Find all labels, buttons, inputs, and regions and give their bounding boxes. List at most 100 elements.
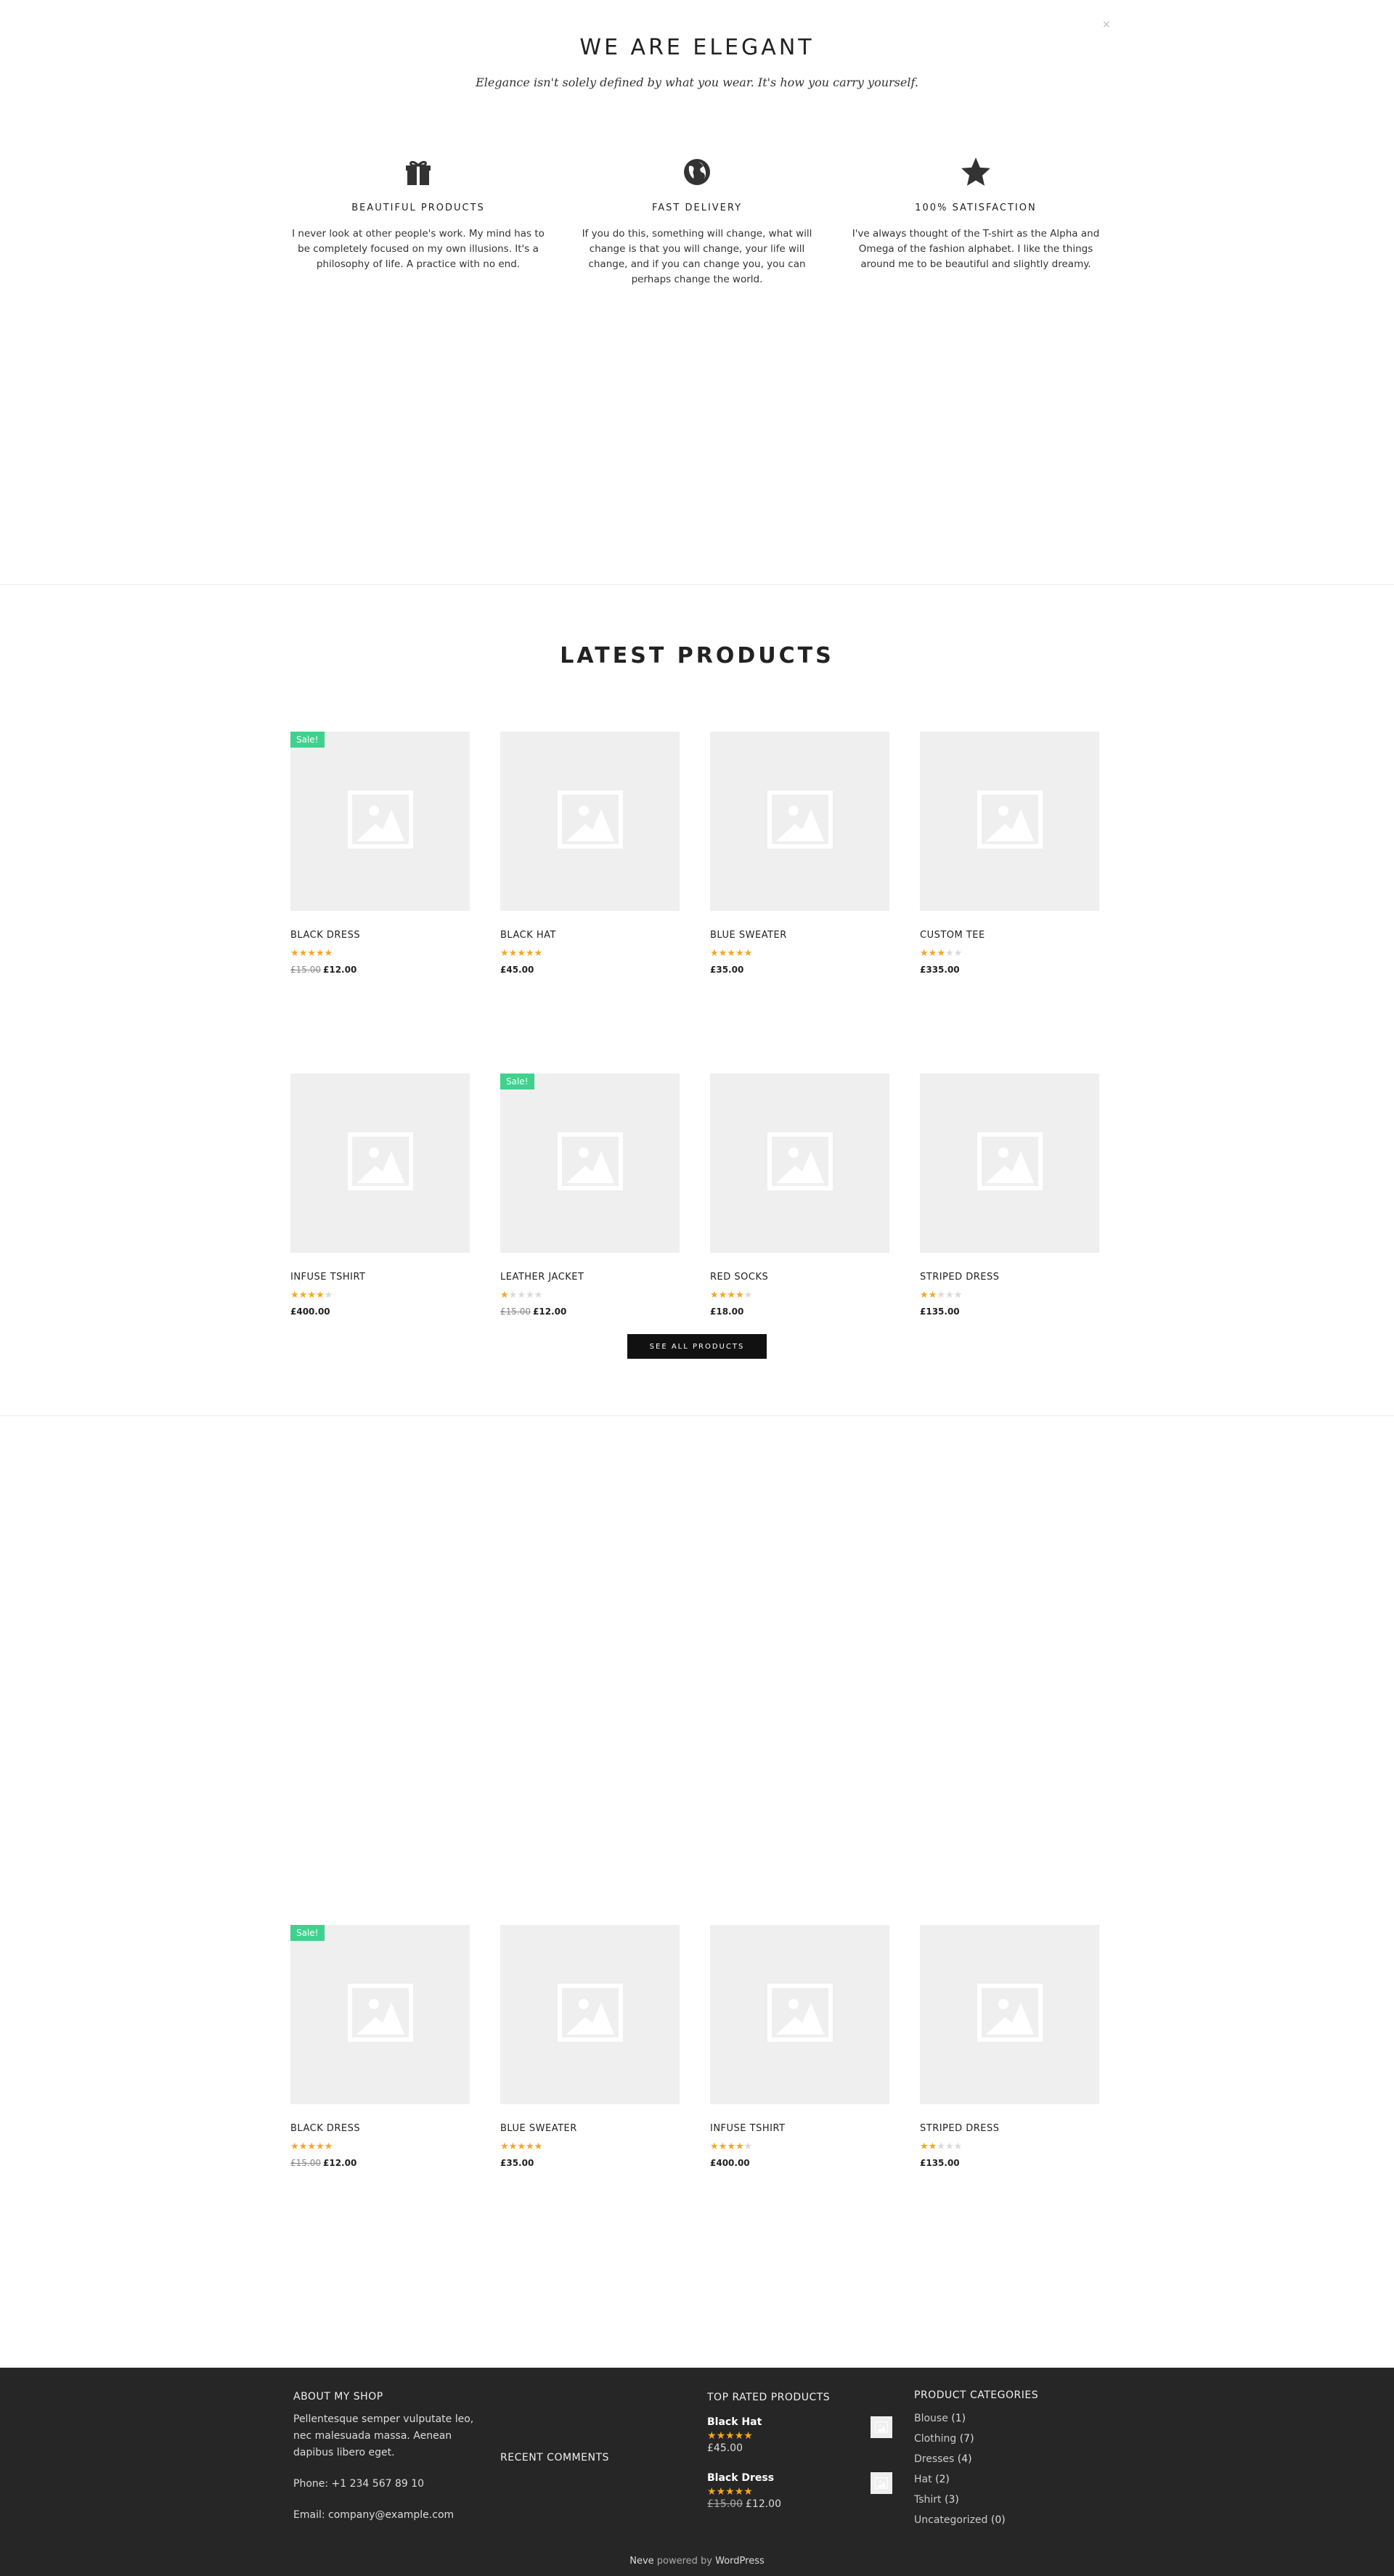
star-rating: ★★★★★ bbox=[707, 2486, 753, 2498]
theme-link[interactable]: Neve bbox=[629, 2556, 653, 2567]
star-rating: ★★★★★ bbox=[707, 2430, 753, 2442]
gift-icon bbox=[290, 156, 546, 188]
category-item[interactable]: Clothing (7) bbox=[914, 2429, 1038, 2449]
product-image[interactable]: Sale! bbox=[290, 1925, 470, 2104]
star-rating: ★★★★★ bbox=[710, 1289, 753, 1300]
product-card[interactable]: STRIPED DRESS ★★★★★ £135.00 bbox=[920, 1074, 1099, 1317]
category-item[interactable]: Uncategorized (0) bbox=[914, 2510, 1038, 2530]
footer-recent-comments: RECENT COMMENTS bbox=[500, 2452, 609, 2463]
star-rating: ★★★★★ bbox=[290, 2140, 333, 2151]
sale-badge: Sale! bbox=[290, 732, 325, 748]
image-placeholder-icon bbox=[977, 787, 1043, 856]
wordpress-link[interactable]: WordPress bbox=[715, 2556, 765, 2567]
product-name[interactable]: CUSTOM TEE bbox=[920, 930, 1099, 941]
top-rated-item[interactable]: Black Hat ★★★★★ £45.00 bbox=[707, 2416, 892, 2454]
current-price: £400.00 bbox=[710, 2158, 750, 2168]
top-rated-name[interactable]: Black Hat bbox=[707, 2416, 892, 2428]
top-rated-item[interactable]: Black Dress ★★★★★ £15.00 £12.00 bbox=[707, 2472, 892, 2510]
sale-badge: Sale! bbox=[290, 1925, 325, 1941]
category-name[interactable]: Hat bbox=[914, 2474, 932, 2485]
product-price: £400.00 bbox=[710, 2158, 889, 2168]
product-image[interactable]: Sale! bbox=[500, 1074, 680, 1253]
category-item[interactable]: Blouse (1) bbox=[914, 2408, 1038, 2429]
footer-about-title: ABOUT MY SHOP bbox=[293, 2391, 383, 2403]
top-rated-name[interactable]: Black Dress bbox=[707, 2472, 892, 2484]
product-price: £135.00 bbox=[920, 2158, 1099, 2168]
product-image[interactable] bbox=[920, 1925, 1099, 2104]
product-name[interactable]: BLACK DRESS bbox=[290, 2123, 470, 2134]
product-grid-featured: Sale! BLACK DRESS ★★★★★ £15.00 £12.00 BLUE SW… bbox=[290, 1925, 1101, 2168]
feature-title: FAST DELIVERY bbox=[651, 203, 743, 213]
product-card[interactable]: BLACK HAT ★★★★★ £45.00 bbox=[500, 732, 680, 975]
top-rated-thumb[interactable] bbox=[871, 2472, 892, 2494]
product-card[interactable]: Sale! BLACK DRESS ★★★★★ £15.00 £12.00 bbox=[290, 1925, 470, 2168]
category-name[interactable]: Clothing bbox=[914, 2433, 956, 2445]
product-card[interactable]: INFUSE TSHIRT ★★★★★ £400.00 bbox=[710, 1925, 889, 2168]
product-name[interactable]: RED SOCKS bbox=[710, 1272, 889, 1283]
product-image[interactable] bbox=[920, 732, 1099, 911]
category-name[interactable]: Dresses bbox=[914, 2453, 954, 2465]
product-name[interactable]: BLACK HAT bbox=[500, 930, 680, 941]
star-icon bbox=[848, 156, 1104, 188]
product-image[interactable] bbox=[500, 732, 680, 911]
product-card[interactable]: STRIPED DRESS ★★★★★ £135.00 bbox=[920, 1925, 1099, 2168]
product-image[interactable] bbox=[710, 1074, 889, 1253]
product-name[interactable]: BLUE SWEATER bbox=[710, 930, 889, 941]
product-name[interactable]: LEATHER JACKET bbox=[500, 1272, 680, 1283]
product-image[interactable] bbox=[920, 1074, 1099, 1253]
product-name[interactable]: STRIPED DRESS bbox=[920, 1272, 1099, 1283]
product-card[interactable]: BLUE SWEATER ★★★★★ £35.00 bbox=[710, 732, 889, 975]
image-placeholder-icon bbox=[767, 787, 833, 856]
product-card[interactable]: Sale! BLACK DRESS ★★★★★ £15.00 £12.00 bbox=[290, 732, 470, 975]
product-image[interactable]: Sale! bbox=[290, 732, 470, 911]
image-placeholder-icon bbox=[347, 787, 413, 856]
product-card[interactable]: RED SOCKS ★★★★★ £18.00 bbox=[710, 1074, 889, 1317]
product-image[interactable] bbox=[710, 732, 889, 911]
product-name[interactable]: BLACK DRESS bbox=[290, 930, 470, 941]
feature-text: I never look at other people's work. My … bbox=[292, 228, 545, 270]
feature-item: BEAUTIFUL PRODUCTS I never look at other… bbox=[290, 156, 546, 287]
product-name[interactable]: STRIPED DRESS bbox=[920, 2123, 1099, 2134]
globe-icon bbox=[569, 156, 825, 188]
product-name[interactable]: INFUSE TSHIRT bbox=[710, 2123, 889, 2134]
old-price: £15.00 bbox=[290, 2158, 321, 2168]
category-item[interactable]: Hat (2) bbox=[914, 2469, 1038, 2490]
star-rating: ★★★★★ bbox=[500, 947, 543, 958]
current-price: £135.00 bbox=[920, 2158, 960, 2168]
category-list: Blouse (1) Clothing (7) Dresses (4) Hat (2)… bbox=[914, 2408, 1038, 2530]
category-item[interactable]: Dresses (4) bbox=[914, 2449, 1038, 2469]
section-divider bbox=[0, 584, 1394, 585]
category-count: (7) bbox=[959, 2433, 974, 2445]
product-card[interactable]: CUSTOM TEE ★★★★★ £335.00 bbox=[920, 732, 1099, 975]
see-all-products-button[interactable]: SEE ALL PRODUCTS bbox=[627, 1334, 767, 1359]
feature-text: I've always thought of the T-shirt as th… bbox=[852, 228, 1100, 270]
top-rated-thumb[interactable] bbox=[871, 2416, 892, 2438]
close-icon[interactable]: × bbox=[1102, 19, 1111, 30]
star-rating: ★★★★★ bbox=[710, 947, 753, 958]
product-image[interactable] bbox=[290, 1074, 470, 1253]
product-price: £35.00 bbox=[500, 2158, 680, 2168]
product-card[interactable]: INFUSE TSHIRT ★★★★★ £400.00 bbox=[290, 1074, 470, 1317]
current-price: £12.00 bbox=[746, 2498, 781, 2510]
image-placeholder-icon bbox=[977, 1980, 1043, 2049]
product-card[interactable]: BLUE SWEATER ★★★★★ £35.00 bbox=[500, 1925, 680, 2168]
footer-phone: Phone: +1 234 567 89 10 bbox=[293, 2478, 425, 2490]
product-image[interactable] bbox=[500, 1925, 680, 2104]
image-placeholder-icon bbox=[767, 1980, 833, 2049]
product-name[interactable]: BLUE SWEATER bbox=[500, 2123, 680, 2134]
product-card[interactable]: Sale! LEATHER JACKET ★★★★★ £15.00 £12.00 bbox=[500, 1074, 680, 1317]
star-rating: ★★★★★ bbox=[500, 2140, 543, 2151]
footer-credits: Neve powered by WordPress bbox=[0, 2556, 1394, 2567]
section-divider bbox=[0, 1415, 1394, 1416]
category-count: (3) bbox=[945, 2494, 959, 2506]
image-placeholder-icon bbox=[767, 1129, 833, 1198]
product-image[interactable] bbox=[710, 1925, 889, 2104]
footer-email-link[interactable]: company@example.com bbox=[328, 2509, 454, 2521]
powered-by-text: powered by bbox=[653, 2556, 716, 2567]
product-name[interactable]: INFUSE TSHIRT bbox=[290, 1272, 470, 1283]
category-name[interactable]: Blouse bbox=[914, 2413, 948, 2424]
current-price: £12.00 bbox=[323, 965, 357, 975]
category-item[interactable]: Tshirt (3) bbox=[914, 2490, 1038, 2510]
category-name[interactable]: Uncategorized bbox=[914, 2514, 987, 2526]
category-name[interactable]: Tshirt bbox=[914, 2494, 942, 2506]
